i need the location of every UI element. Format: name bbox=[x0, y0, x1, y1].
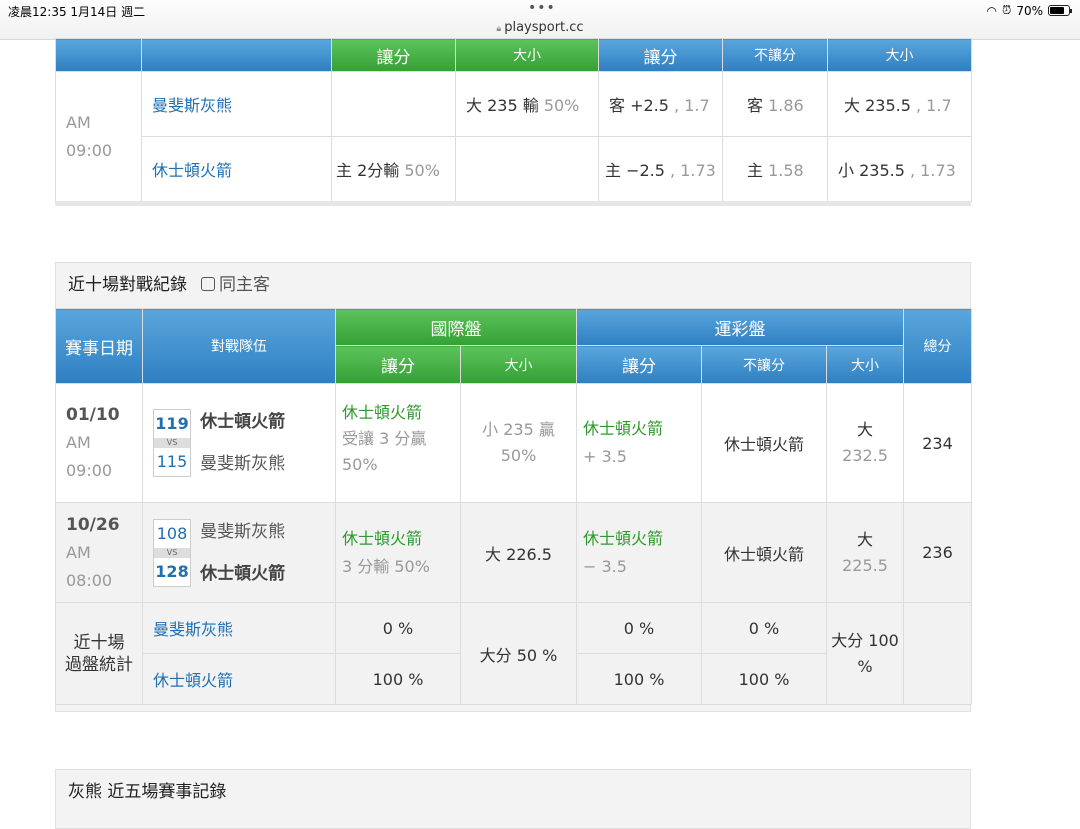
table-row: 10/26 AM 08:00 108 VS 128 曼斐斯灰熊 休士頓火箭 休士頓火… bbox=[55, 502, 973, 603]
top-team: 曼斐斯灰熊 bbox=[200, 521, 286, 542]
header-intl-spread: 讓分 bbox=[335, 345, 461, 384]
lot-spread-cell: 休士頓火箭 + 3.5 bbox=[576, 383, 702, 503]
matchup-teams: 曼斐斯灰熊 休士頓火箭 bbox=[200, 511, 285, 595]
game-date: 01/10 AM 09:00 bbox=[55, 383, 143, 503]
header-lot-ou: 大小 bbox=[825, 345, 905, 384]
header-lot-spread: 讓分 bbox=[576, 345, 702, 384]
top-team: 休士頓火箭 bbox=[200, 412, 286, 432]
summary-intl-spread: 100 % bbox=[335, 653, 461, 705]
top-score: 119 bbox=[155, 414, 189, 433]
header-intl-ou: 大小 bbox=[455, 38, 599, 72]
h2h-title: 近十場對戰紀錄 bbox=[68, 275, 187, 295]
lot-ou-cell: 小 235.5 , 1.73 bbox=[827, 136, 972, 202]
summary-team-link[interactable]: 休士頓火箭 bbox=[142, 653, 336, 705]
battery-percent: 70% bbox=[1016, 3, 1043, 18]
summary-lot-spread: 100 % bbox=[576, 653, 702, 705]
lot-spread-cell: 休士頓火箭 − 3.5 bbox=[576, 502, 702, 603]
summary-team-link[interactable]: 曼斐斯灰熊 bbox=[142, 602, 336, 654]
intl-ou-cell bbox=[455, 136, 599, 202]
intl-ou-cell: 大 226.5 bbox=[460, 502, 577, 603]
header-lottery: 運彩盤 bbox=[575, 308, 905, 346]
table-row: 01/10 AM 09:00 119 VS 115 休士頓火箭 曼斐斯灰熊 休士頓火… bbox=[55, 383, 973, 503]
matchup-teams: 休士頓火箭 曼斐斯灰熊 bbox=[200, 401, 285, 485]
bottom-team: 休士頓火箭 bbox=[200, 563, 286, 584]
matchup-cell: 108 VS 128 曼斐斯灰熊 休士頓火箭 bbox=[142, 502, 336, 603]
vs-badge: VS bbox=[154, 438, 190, 448]
summary-lot-nospread: 100 % bbox=[701, 653, 827, 705]
intl-ou-cell: 大 235 輸 50% bbox=[455, 71, 599, 137]
header-intl: 國際盤 bbox=[335, 308, 577, 346]
header-lot-nospread: 不讓分 bbox=[722, 38, 828, 72]
status-time: 凌晨12:35 1月14日 週二 bbox=[8, 5, 146, 19]
summary-row: 近十場 過盤統計 曼斐斯灰熊 0 % 大分 50 % 0 % 0 % 大分 100… bbox=[55, 602, 973, 705]
intl-spread-cell bbox=[331, 71, 456, 137]
intl-spread-cell: 休士頓火箭 3 分輸 50% bbox=[335, 502, 461, 603]
lot-ou-cell: 大 225.5 bbox=[825, 502, 905, 603]
game-date: 10/26 AM 08:00 bbox=[55, 502, 143, 603]
more-dots-icon[interactable]: ••• bbox=[528, 0, 556, 16]
header-intl-ou: 大小 bbox=[460, 345, 577, 384]
wifi-icon: ◠ bbox=[986, 3, 997, 18]
score-box: 108 VS 128 bbox=[153, 518, 191, 587]
header-teams: 對戰隊伍 bbox=[142, 308, 336, 384]
url-text: playsport.cc bbox=[504, 20, 584, 35]
team-link[interactable]: 曼斐斯灰熊 bbox=[141, 71, 332, 137]
h2h-table: 賽事日期 對戰隊伍 國際盤 運彩盤 總分 讓分 大小 讓分 不讓分 大小 01/… bbox=[55, 308, 973, 705]
bottom-team: 曼斐斯灰熊 bbox=[200, 454, 286, 474]
header-blank bbox=[55, 38, 142, 72]
lot-nospread-cell: 休士頓火箭 bbox=[701, 502, 827, 603]
table-row: 休士頓火箭 主 2分輸 50% 主 −2.5 , 1.73 主 1.58 小 2… bbox=[56, 136, 972, 202]
lot-spread-cell: 客 +2.5 , 1.7 bbox=[598, 71, 723, 137]
lock-icon: 🔒︎ bbox=[496, 24, 502, 34]
game-time: AM 09:00 bbox=[55, 71, 142, 202]
intl-spread-cell: 主 2分輸 50% bbox=[331, 136, 456, 202]
summary-lot-spread: 0 % bbox=[576, 602, 702, 654]
address-bar[interactable]: 🔒︎ playsport.cc bbox=[0, 20, 1080, 35]
lot-spread-cell: 主 −2.5 , 1.73 bbox=[598, 136, 723, 202]
summary-intl-ou: 大分 50 % bbox=[460, 602, 577, 705]
odds-table: 讓分 大小 讓分 不讓分 大小 AM 09:00 曼斐斯灰熊 大 235 輸 5… bbox=[55, 38, 972, 202]
same-home-label[interactable]: 同主客 bbox=[219, 275, 270, 295]
score-box: 119 VS 115 bbox=[153, 409, 191, 477]
table-footer-bar bbox=[55, 201, 971, 206]
header-date: 賽事日期 bbox=[55, 308, 143, 384]
matchup-cell: 119 VS 115 休士頓火箭 曼斐斯灰熊 bbox=[142, 383, 336, 503]
lot-nospread-cell: 休士頓火箭 bbox=[701, 383, 827, 503]
status-right: ◠ ⏰︎ 70% bbox=[986, 3, 1072, 18]
total-cell: 234 bbox=[903, 383, 973, 503]
summary-label: 近十場 過盤統計 bbox=[55, 602, 143, 705]
top-score: 108 bbox=[156, 523, 188, 543]
team-link[interactable]: 休士頓火箭 bbox=[141, 136, 332, 202]
h2h-title-row: 近十場對戰紀錄 同主客 bbox=[56, 263, 970, 307]
recent-title: 灰熊 近五場賽事記錄 bbox=[68, 782, 227, 802]
header-lot-nospread: 不讓分 bbox=[701, 345, 827, 384]
alarm-icon: ⏰︎ bbox=[1001, 3, 1012, 17]
header-blank-2 bbox=[141, 38, 332, 72]
header-lot-spread: 讓分 bbox=[598, 38, 723, 72]
lot-ou-cell: 大 235.5 , 1.7 bbox=[827, 71, 972, 137]
vs-badge: VS bbox=[154, 547, 190, 558]
intl-spread-cell: 休士頓火箭 受讓 3 分贏 50% bbox=[335, 383, 461, 503]
bottom-score: 115 bbox=[156, 452, 188, 471]
header-lot-ou: 大小 bbox=[827, 38, 972, 72]
lot-nospread-cell: 主 1.58 bbox=[722, 136, 828, 202]
summary-lot-nospread: 0 % bbox=[701, 602, 827, 654]
table-row: AM 09:00 曼斐斯灰熊 大 235 輸 50% 客 +2.5 , 1.7 … bbox=[55, 71, 972, 202]
battery-icon bbox=[1048, 5, 1072, 16]
status-bar: 凌晨12:35 1月14日 週二 ••• 🔒︎ playsport.cc ◠ ⏰︎… bbox=[0, 0, 1080, 40]
bottom-score: 128 bbox=[155, 561, 189, 581]
same-home-checkbox[interactable] bbox=[201, 277, 215, 291]
recent-panel: 灰熊 近五場賽事記錄 bbox=[55, 769, 971, 829]
header-total: 總分 bbox=[903, 308, 973, 384]
intl-ou-cell: 小 235 贏 50% bbox=[460, 383, 577, 503]
total-cell: 236 bbox=[903, 502, 973, 603]
summary-intl-spread: 0 % bbox=[335, 602, 461, 654]
lot-nospread-cell: 客 1.86 bbox=[722, 71, 828, 137]
summary-total bbox=[903, 602, 973, 705]
summary-lot-ou: 大分 100 % bbox=[825, 602, 905, 705]
header-intl-spread: 讓分 bbox=[331, 38, 456, 72]
lot-ou-cell: 大 232.5 bbox=[825, 383, 905, 503]
